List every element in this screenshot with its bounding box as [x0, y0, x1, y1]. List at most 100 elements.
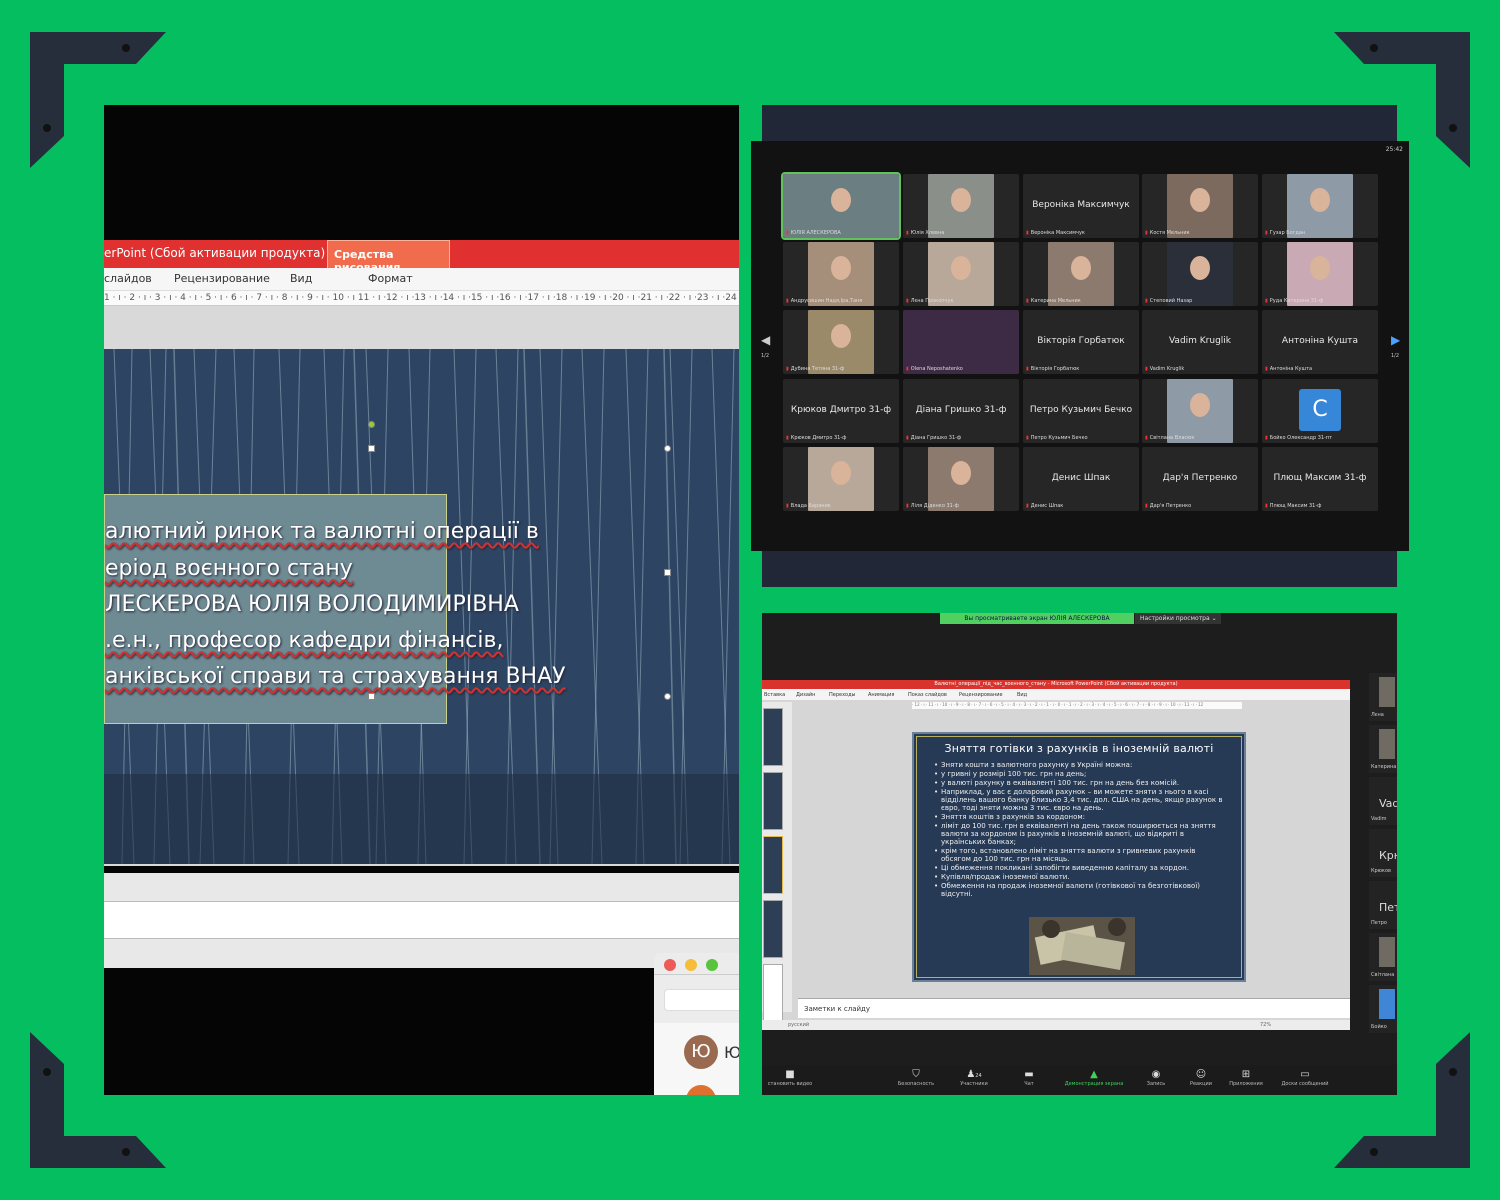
- powerpoint-screenshot-panel: erPoint (Сбой активации продукта) Средст…: [104, 105, 739, 1095]
- slide-notes[interactable]: Заметки к слайду: [798, 998, 1350, 1018]
- participant-tile[interactable]: ▮ Olena Neposhatenko: [903, 310, 1019, 374]
- muted-mic-icon: ▮: [1026, 503, 1029, 509]
- prev-page-icon[interactable]: ◀: [761, 333, 770, 347]
- share-screen-button[interactable]: ▲ Демонстрация экрана: [1056, 1069, 1132, 1087]
- participant-name-label: ▮ Андрусишин Надя,Іра,Таня: [786, 298, 862, 304]
- resize-handle[interactable]: [368, 693, 375, 700]
- participant-tile[interactable]: Крюков Дмитро 31-ф ▮ Крюков Дмитро 31-ф: [783, 379, 899, 443]
- participant-tile[interactable]: Катерина: [1369, 725, 1397, 773]
- tab-insert[interactable]: Вставка: [764, 692, 785, 698]
- tab-transitions[interactable]: Переходы: [829, 692, 856, 698]
- participant-face: [1310, 188, 1330, 212]
- apps-button[interactable]: ⊞ Приложения: [1224, 1069, 1268, 1087]
- participant-name: Бойко: [1371, 1024, 1387, 1030]
- slide-thumbnail[interactable]: [763, 836, 783, 894]
- tab-slides[interactable]: слайдов: [104, 272, 152, 285]
- participant-tile[interactable]: ▮ Лєна Прокопчук: [903, 242, 1019, 306]
- participant-tile[interactable]: Крю Крюков: [1369, 829, 1397, 877]
- participant-name-label: ▮ Плющ Максим 31-ф: [1265, 503, 1321, 509]
- participant-tile[interactable]: Денис Шпак ▮ Денис Шпак: [1023, 447, 1139, 511]
- chat-search-input[interactable]: [664, 989, 739, 1011]
- close-icon[interactable]: [664, 959, 676, 971]
- chat-button[interactable]: ▬ Чат: [1014, 1069, 1044, 1087]
- tab-review[interactable]: Рецензирование: [959, 692, 1003, 698]
- tab-animation[interactable]: Анимация: [868, 692, 894, 698]
- participant-tile[interactable]: ▮ Світлана Власюк: [1142, 379, 1258, 443]
- participant-tile[interactable]: ▮ Катерина Мельник: [1023, 242, 1139, 306]
- participant-name: Ліля Діденко 31-ф: [910, 503, 959, 509]
- participant-tile[interactable]: Петр Петро: [1369, 881, 1397, 929]
- tab-design[interactable]: Дизайн: [796, 692, 815, 698]
- tool-label: Безопасность: [897, 1081, 935, 1087]
- slide-thumbnail[interactable]: [763, 708, 783, 766]
- ppt-window-title: erPoint (Сбой активации продукта): [104, 246, 326, 260]
- resize-handle[interactable]: [664, 569, 671, 576]
- participant-tile[interactable]: ▮ ЮЛІЯ АЛЕСКЕРОВА: [781, 172, 901, 240]
- whiteboard-button[interactable]: ▭ Доски сообщений: [1274, 1069, 1336, 1087]
- shared-powerpoint-window: Валютні_операції_під_час_воєнного_стану …: [762, 680, 1350, 1030]
- participant-tile[interactable]: Vad Vadim: [1369, 777, 1397, 825]
- participants-icon: ♟24: [966, 1069, 982, 1080]
- muted-mic-icon: ▮: [906, 230, 909, 236]
- participant-tile[interactable]: ▮ Руда Катерина 31-ф: [1262, 242, 1378, 306]
- participant-tile[interactable]: ▮ Юлія Хлевна: [903, 174, 1019, 238]
- horizontal-ruler[interactable]: 1 · ı · 2 · ı · 3 · ı · 4 · ı · 5 · ı · …: [104, 290, 739, 306]
- next-page-icon[interactable]: ▶: [1391, 333, 1400, 347]
- avatar[interactable]: Ю: [684, 1035, 718, 1069]
- horizontal-ruler[interactable]: · 12 · ı · 11 · ı · 10 · ı · 9 · ı · 8 ·…: [912, 702, 1242, 709]
- participant-tile[interactable]: Вікторія Горбатюк ▮ Вікторія Горбатюк: [1023, 310, 1139, 374]
- participant-tile[interactable]: ▮ Дубина Тетяна 31-ф: [783, 310, 899, 374]
- participant-tile[interactable]: Діана Гришко 31-ф ▮ Діана Гришко 31-ф: [903, 379, 1019, 443]
- participant-display-name: Вероніка Максимчук: [1032, 200, 1130, 210]
- maximize-icon[interactable]: [706, 959, 718, 971]
- stop-video-button[interactable]: ■ становить видео: [762, 1069, 818, 1087]
- chat-icon: ▬: [1024, 1069, 1034, 1080]
- rotate-handle[interactable]: [368, 421, 375, 428]
- participant-name: Лєна: [1371, 712, 1384, 718]
- participant-name: Vadim: [1371, 816, 1387, 822]
- participant-tile[interactable]: Лєна: [1369, 673, 1397, 721]
- participant-tile[interactable]: ▮ Андрусишин Надя,Іра,Таня: [783, 242, 899, 306]
- participant-tile[interactable]: ▮ Костя Мельник: [1142, 174, 1258, 238]
- participant-tile[interactable]: Бойко: [1369, 985, 1397, 1033]
- participant-tile[interactable]: Петро Кузьмич Бечко ▮ Петро Кузьмич Бечко: [1023, 379, 1139, 443]
- participant-tile[interactable]: Плющ Максим 31-ф ▮ Плющ Максим 31-ф: [1262, 447, 1378, 511]
- participant-tile[interactable]: Антоніна Кушта ▮ Антоніна Кушта: [1262, 310, 1378, 374]
- slide-thumbnail[interactable]: [763, 964, 783, 1022]
- participant-tile[interactable]: ▮ Ліля Діденко 31-ф: [903, 447, 1019, 511]
- participant-tile[interactable]: С ▮ Бойко Олександр 31-пт: [1262, 379, 1378, 443]
- participants-button[interactable]: ♟24 Участники: [950, 1069, 998, 1087]
- title-textbox[interactable]: алютний ринок та валютні операції в еріо…: [104, 494, 566, 724]
- reactions-button[interactable]: ☺ Реакции: [1184, 1069, 1218, 1087]
- participant-name: Світлана: [1371, 972, 1395, 978]
- slide-canvas[interactable]: алютний ринок та валютні операції в еріо…: [104, 349, 739, 864]
- participant-display-name: Vad: [1379, 797, 1397, 810]
- tab-view[interactable]: Вид: [290, 272, 312, 285]
- tab-review[interactable]: Рецензирование: [174, 272, 270, 285]
- notes-area[interactable]: [104, 873, 739, 968]
- participant-tile[interactable]: ▮ Гузар Богдан: [1262, 174, 1378, 238]
- zoom-gallery-window: 25:42 ▮ ЮЛІЯ АЛЕСКЕРОВА ▮ Юлія Хлевна Вероні…: [751, 141, 1409, 551]
- participant-tile[interactable]: Світлана: [1369, 933, 1397, 981]
- record-button[interactable]: ◉ Запись: [1142, 1069, 1170, 1087]
- security-button[interactable]: ⛉ Безопасность: [890, 1069, 942, 1087]
- participant-tile[interactable]: ▮ Степовий Назар: [1142, 242, 1258, 306]
- zoom-level[interactable]: 72%: [1260, 1022, 1271, 1028]
- view-options-button[interactable]: Настройки просмотра ⌄: [1135, 613, 1221, 624]
- participant-tile[interactable]: Вероніка Максимчук ▮ Вероніка Максимчук: [1023, 174, 1139, 238]
- participant-face: [951, 188, 971, 212]
- slide-thumbnail[interactable]: [763, 772, 783, 830]
- resize-handle[interactable]: [664, 445, 671, 452]
- resize-handle[interactable]: [368, 445, 375, 452]
- participant-tile[interactable]: Vadim Kruglik ▮ Vadim Kruglik: [1142, 310, 1258, 374]
- participant-tile[interactable]: ▮ Влада Бараник: [783, 447, 899, 511]
- slide-thumbnail[interactable]: [763, 900, 783, 958]
- participant-tile[interactable]: Дар'я Петренко ▮ Дар'я Петренко: [1142, 447, 1258, 511]
- resize-handle[interactable]: [664, 693, 671, 700]
- tab-slideshow[interactable]: Показ слайдов: [908, 692, 947, 698]
- participant-display-name: Дар'я Петренко: [1162, 473, 1238, 483]
- drawing-tools-tab[interactable]: Средства рисования: [327, 240, 450, 274]
- minimize-icon[interactable]: [685, 959, 697, 971]
- tab-format[interactable]: Формат: [368, 272, 413, 285]
- tab-view[interactable]: Вид: [1017, 692, 1027, 698]
